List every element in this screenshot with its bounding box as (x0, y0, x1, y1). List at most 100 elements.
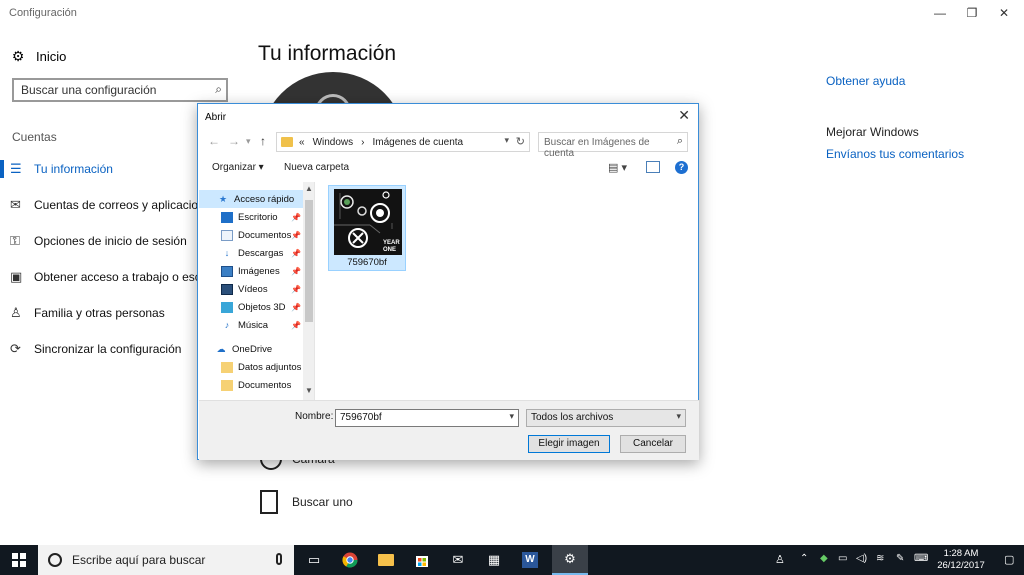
search-icon: ⌕ (215, 82, 222, 96)
gear-icon: ⚙ (11, 47, 25, 64)
clock[interactable]: 1:28 AM 26/12/2017 (934, 548, 988, 572)
people-icon[interactable]: ♙ (775, 553, 785, 566)
sidebar-item-label: Tu información (34, 162, 113, 176)
back-arrow-icon[interactable]: ← (208, 134, 220, 148)
address-bar[interactable]: « Windows › Imágenes de cuenta ▾ ↻ (276, 132, 530, 152)
downloads-icon: ↓ (224, 247, 230, 258)
mail-icon[interactable]: ✉ (440, 545, 476, 575)
minimize-button[interactable]: — (930, 4, 950, 22)
refresh-icon[interactable]: ↻ (516, 135, 525, 148)
nav-pictures[interactable]: Imágenes 📌 (199, 262, 314, 280)
pin-icon: 📌 (291, 266, 301, 276)
nav-music[interactable]: ♪ Música 📌 (199, 316, 314, 334)
help-icon[interactable]: ? (675, 161, 688, 174)
view-options-icon[interactable]: ▤ ▾ (608, 161, 627, 174)
filetype-select[interactable]: Todos los archivos ▾ (526, 409, 686, 427)
filename-input[interactable]: 759670bf ▾ (335, 409, 519, 427)
chevron-down-icon[interactable]: ▾ (504, 135, 509, 146)
nav-3d-objects[interactable]: Objetos 3D 📌 (199, 298, 314, 316)
nav-desktop[interactable]: Escritorio 📌 (199, 208, 314, 226)
settings-app-icon[interactable]: ⚙ (552, 545, 588, 575)
nav-label: Descargas (238, 247, 284, 259)
notifications-icon[interactable]: ▢ (1004, 553, 1014, 566)
nav-videos[interactable]: Vídeos 📌 (199, 280, 314, 298)
cloud-icon: ☁ (216, 343, 226, 354)
section-label: Cuentas (12, 130, 57, 144)
browse-option[interactable]: Buscar uno (260, 490, 353, 514)
new-folder-button[interactable]: Nueva carpeta (284, 162, 349, 173)
breadcrumb-windows[interactable]: Windows (313, 137, 354, 148)
pen-icon[interactable]: ✎ (896, 553, 904, 564)
help-link[interactable]: Obtener ayuda (826, 74, 905, 88)
nav-scrollbar[interactable]: ▲ ▼ (303, 182, 314, 400)
restore-button[interactable]: ❐ (962, 4, 982, 22)
app-title: Configuración (9, 7, 77, 19)
start-button[interactable] (0, 545, 38, 575)
show-hidden-icons[interactable]: ⌃ (800, 553, 808, 564)
sidebar-item-label: Cuentas de correos y aplicaciones (34, 198, 218, 212)
nav-onedrive[interactable]: ☁ OneDrive (199, 340, 314, 358)
cancel-button[interactable]: Cancelar (620, 435, 686, 453)
forward-arrow-icon[interactable]: → (228, 134, 240, 148)
recent-dropdown-icon[interactable]: ▾ (246, 136, 251, 147)
sidebar-item-label: Opciones de inicio de sesión (34, 234, 187, 248)
folder-search-placeholder: Buscar en Imágenes de cuenta (544, 137, 650, 159)
feedback-link[interactable]: Envíanos tus comentarios (826, 147, 964, 161)
breadcrumb-overflow[interactable]: « (299, 137, 305, 148)
scrollbar-thumb[interactable] (305, 200, 313, 322)
calculator-icon[interactable]: ▦ (476, 545, 512, 575)
chrome-icon[interactable] (332, 545, 368, 575)
chevron-down-icon[interactable]: ▾ (509, 411, 514, 422)
folder-icon (221, 361, 233, 373)
choose-image-button[interactable]: Elegir imagen (528, 435, 610, 453)
filename-value: 759670bf (340, 412, 382, 423)
preview-pane-icon[interactable] (646, 161, 660, 173)
dialog-close-button[interactable]: ✕ (678, 107, 690, 124)
file-list: YEAR ONE 759670bf (316, 182, 698, 400)
keyboard-icon[interactable]: ⌨ (914, 553, 928, 564)
improve-title: Mejorar Windows (826, 125, 919, 139)
security-icon[interactable]: ◆ (820, 553, 828, 564)
pictures-icon (221, 265, 233, 277)
sidebar-item-home[interactable]: ⚙ Inicio (10, 46, 67, 66)
active-indicator (0, 160, 4, 178)
word-icon[interactable]: W (512, 545, 548, 575)
file-item[interactable]: YEAR ONE 759670bf (328, 185, 406, 271)
nav-label: Documentos (238, 229, 292, 241)
folder-search-input[interactable]: Buscar en Imágenes de cuenta ⌕ (538, 132, 688, 159)
dialog-title: Abrir (205, 112, 227, 123)
documents-icon (221, 229, 233, 241)
scroll-down-icon[interactable]: ▼ (305, 386, 313, 395)
settings-search-input[interactable]: Buscar una configuración ⌕ (12, 78, 228, 102)
taskbar-search-input[interactable]: Escribe aquí para buscar (38, 545, 294, 575)
nav-attachments-folder[interactable]: Datos adjuntos de (199, 358, 314, 376)
clock-date: 26/12/2017 (937, 560, 985, 571)
up-arrow-icon[interactable]: ↑ (260, 134, 266, 148)
file-explorer-icon[interactable] (368, 545, 404, 575)
thumb-text-one: ONE (383, 247, 396, 253)
scroll-up-icon[interactable]: ▲ (305, 184, 313, 193)
store-icon[interactable] (404, 545, 440, 575)
microphone-icon[interactable] (276, 553, 282, 565)
breadcrumb-account-pictures[interactable]: Imágenes de cuenta (372, 137, 463, 148)
battery-icon[interactable]: ▭ (838, 553, 847, 564)
videos-icon (221, 283, 233, 295)
network-icon[interactable]: ≋ (876, 553, 884, 564)
nav-quick-access[interactable]: ★ Acceso rápido (199, 190, 314, 208)
nav-documents[interactable]: Documentos 📌 (199, 226, 314, 244)
nav-label: OneDrive (232, 343, 273, 355)
folder-icon (221, 379, 233, 391)
close-button[interactable]: ✕ (994, 4, 1014, 22)
volume-icon[interactable]: ◁) (856, 553, 867, 564)
task-view-icon[interactable]: ▭ (296, 545, 332, 575)
objects3d-icon (221, 301, 233, 313)
sync-icon: ⟳ (10, 341, 21, 356)
settings-search-placeholder: Buscar una configuración (21, 83, 157, 97)
breadcrumb-separator: › (361, 136, 365, 148)
browse-label: Buscar uno (292, 495, 353, 509)
page-title: Tu información (258, 42, 397, 65)
pin-icon: 📌 (291, 302, 301, 312)
nav-downloads[interactable]: ↓ Descargas 📌 (199, 244, 314, 262)
organize-button[interactable]: Organizar ▾ (212, 162, 264, 173)
nav-onedrive-documents[interactable]: Documentos (199, 376, 314, 394)
